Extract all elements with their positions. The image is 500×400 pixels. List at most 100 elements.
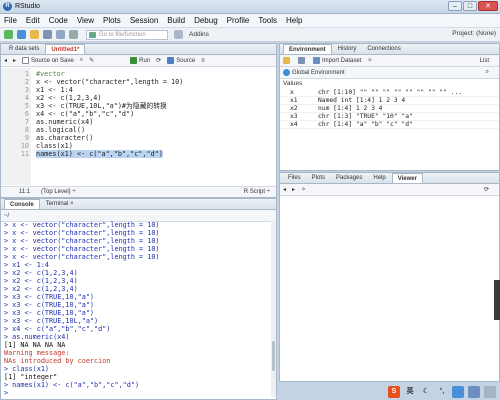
editor-status-bar: 11:1 (Top Level) ÷ R Script ÷: [1, 186, 276, 197]
minimize-button[interactable]: –: [448, 1, 462, 11]
menu-edit[interactable]: Edit: [26, 16, 40, 25]
console-line: > x4 <- c("a","b","c","d"): [4, 325, 111, 333]
wand-icon[interactable]: ✎: [89, 57, 94, 64]
tab-console[interactable]: Console: [4, 199, 40, 209]
broom-icon[interactable]: ✧: [367, 57, 372, 64]
code-line-selected: 11 names(x1) <- c("a","b","c","d"): [20, 150, 163, 158]
viewer-back-icon[interactable]: ◂: [283, 186, 286, 193]
menu-file[interactable]: File: [4, 16, 17, 25]
menu-help[interactable]: Help: [286, 16, 302, 25]
ime-language-label[interactable]: 英: [404, 386, 416, 398]
tab-files[interactable]: Files: [283, 173, 306, 183]
viewer-refresh-icon[interactable]: ⟳: [484, 186, 489, 193]
save-all-icon[interactable]: [56, 30, 65, 39]
new-file-icon[interactable]: [4, 30, 13, 39]
global-environment-selector[interactable]: Global Environment: [283, 69, 345, 76]
scope-selector[interactable]: (Top Level) ÷: [41, 189, 76, 195]
sogou-input-icon[interactable]: S: [388, 386, 400, 398]
console-line: >: [4, 389, 9, 397]
env-row[interactable]: x4 chr [1:4] "a" "b" "c" "d": [280, 121, 499, 129]
tab-terminal[interactable]: Terminal ×: [41, 199, 79, 209]
source-label: Source: [176, 57, 196, 64]
menu-grid-icon[interactable]: [484, 386, 496, 398]
code-editor[interactable]: 1 #vector 2x <- vector("character",length…: [1, 68, 276, 185]
viewer-forward-icon[interactable]: ▸: [292, 186, 295, 193]
console-line: > x2 <- c(1,2,3,4): [4, 269, 78, 277]
run-button[interactable]: Run: [130, 57, 150, 64]
print-icon[interactable]: [69, 30, 78, 39]
file-type-selector[interactable]: R Script ÷: [244, 189, 270, 195]
menu-build[interactable]: Build: [167, 16, 185, 25]
code-line: 7 as.numeric(x4): [24, 118, 94, 126]
outline-icon[interactable]: ≡: [201, 58, 205, 64]
code-line: 2x <- vector("character",length = 10): [24, 78, 184, 86]
maximize-button[interactable]: □: [463, 1, 477, 11]
menu-code[interactable]: Code: [49, 16, 68, 25]
menu-plots[interactable]: Plots: [103, 16, 121, 25]
global-env-label: Global Environment: [292, 69, 345, 76]
punctuation-icon[interactable]: °,: [436, 386, 448, 398]
console-path: ~/: [4, 212, 10, 219]
tab-help[interactable]: Help: [368, 173, 390, 183]
run-label: Run: [139, 57, 151, 64]
source-on-save-checkbox[interactable]: Source on Save: [22, 57, 74, 64]
tab-history[interactable]: History: [333, 44, 362, 54]
viewer-broom-icon[interactable]: ✧: [301, 186, 306, 193]
save-workspace-icon[interactable]: [298, 57, 307, 64]
tab-plots[interactable]: Plots: [307, 173, 330, 183]
console-line: > as.numeric(x4): [4, 333, 70, 341]
tab-r-data-sets[interactable]: R data sets: [4, 44, 44, 54]
console-line: [1] NA NA NA NA: [4, 341, 66, 349]
forward-arrow-icon[interactable]: ▸: [13, 57, 16, 64]
console-output[interactable]: > x <- vector("character",length = 10) > …: [1, 221, 273, 397]
console-line: > x3 <- c(TRUE,10,"a"): [4, 301, 95, 309]
environment-pane: Environment History Connections Import D…: [279, 43, 500, 171]
menu-tools[interactable]: Tools: [258, 16, 277, 25]
keyboard-icon[interactable]: [452, 386, 464, 398]
console-line: > x3 <- c(TRUE,10,"a"): [4, 293, 95, 301]
open-file-icon[interactable]: [30, 30, 39, 39]
goto-file-input[interactable]: Go to file/function: [86, 29, 168, 40]
tab-connections[interactable]: Connections: [362, 44, 405, 54]
console-scrollbar[interactable]: [271, 221, 276, 397]
search-icon[interactable]: ⌕: [80, 57, 83, 64]
project-menu[interactable]: Project: (None): [452, 30, 496, 37]
window-title: RStudio: [15, 3, 40, 10]
moon-icon[interactable]: ☾: [420, 386, 432, 398]
menu-profile[interactable]: Profile: [227, 16, 250, 25]
save-icon[interactable]: [43, 30, 52, 39]
import-dataset-button[interactable]: Import Dataset: [313, 57, 361, 64]
env-row[interactable]: x chr [1:10] "" "" "" "" "" "" "" "" ...: [280, 89, 499, 97]
source-on-save-label: Source on Save: [31, 57, 74, 64]
menu-view[interactable]: View: [77, 16, 94, 25]
tab-environment[interactable]: Environment: [283, 44, 332, 54]
goto-arrow-icon: [89, 31, 96, 38]
addins-button[interactable]: Addins: [189, 31, 209, 38]
console-line: [1] "integer": [4, 373, 58, 381]
rerun-icon[interactable]: ⟳: [156, 57, 161, 64]
workspace-panes-icon[interactable]: [174, 30, 183, 39]
new-project-icon[interactable]: [17, 30, 26, 39]
env-row[interactable]: x1 Named int [1:4] 1 2 3 4: [280, 97, 499, 105]
user-icon[interactable]: [468, 386, 480, 398]
scroll-thumb[interactable]: [272, 341, 275, 371]
console-line: > x1 <- 1:4: [4, 261, 50, 269]
files-pane: Files Plots Packages Help Viewer ◂ ▸ ✧ ⟳: [279, 172, 500, 382]
close-button[interactable]: ✕: [478, 1, 498, 11]
search-environment-icon[interactable]: ⌕: [486, 69, 489, 76]
env-row[interactable]: x2 num [1:4] 1 2 3 4: [280, 105, 499, 113]
source-button[interactable]: Source: [167, 57, 195, 64]
menu-session[interactable]: Session: [130, 16, 158, 25]
code-line: 1 #vector: [24, 70, 65, 78]
open-workspace-icon[interactable]: [283, 57, 292, 64]
tab-untitled1[interactable]: Untitled1*: [45, 44, 86, 54]
env-row[interactable]: x3 chr [1:3] "TRUE" "10" "a": [280, 113, 499, 121]
code-line: 10 class(x1): [20, 142, 73, 150]
back-arrow-icon[interactable]: ◂: [4, 57, 7, 64]
menu-debug[interactable]: Debug: [194, 16, 218, 25]
console-line: > class(x1): [4, 365, 50, 373]
main-toolbar: Go to file/function Addins Project: (Non…: [0, 28, 500, 42]
tab-packages[interactable]: Packages: [331, 173, 367, 183]
tab-viewer[interactable]: Viewer: [391, 173, 423, 183]
list-view-selector[interactable]: List: [480, 58, 489, 64]
